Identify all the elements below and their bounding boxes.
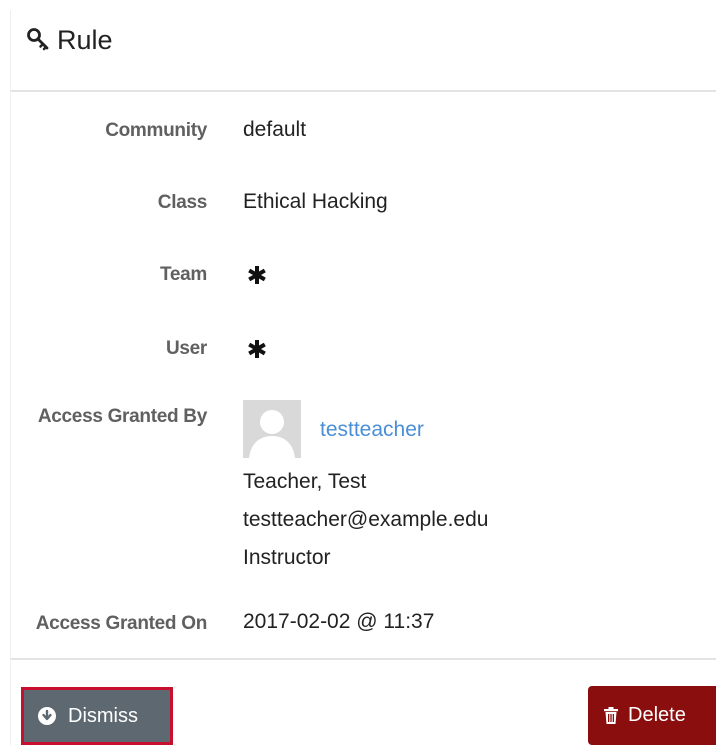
granted-by-email: testteacher@example.edu xyxy=(243,508,489,531)
community-value: default xyxy=(243,118,307,141)
team-row: Team xyxy=(11,260,716,290)
granted-by-row: Access Granted By testteacher Teacher, T… xyxy=(11,400,716,600)
key-icon xyxy=(27,28,49,51)
avatar xyxy=(243,400,301,458)
trash-icon xyxy=(604,707,618,724)
dismiss-button[interactable]: Dismiss xyxy=(21,687,173,745)
asterisk-icon xyxy=(248,266,266,284)
granted-on-label: Access Granted On xyxy=(35,613,208,634)
user-row: User xyxy=(11,334,716,364)
user-label: User xyxy=(165,338,207,359)
granted-on-value: 2017-02-02 @ 11:37 xyxy=(243,610,435,633)
community-label: Community xyxy=(105,120,207,141)
community-row: Community default xyxy=(11,116,716,146)
granted-by-username-link[interactable]: testteacher xyxy=(320,418,424,442)
dismiss-label: Dismiss xyxy=(68,704,138,727)
delete-label: Delete xyxy=(628,704,686,726)
team-label: Team xyxy=(159,264,207,285)
rule-panel: Rule Community default Class Ethical Hac… xyxy=(10,10,716,745)
class-label: Class xyxy=(157,192,208,213)
granted-by-full-name: Teacher, Test xyxy=(243,470,367,493)
page-title: Rule xyxy=(57,25,113,55)
class-row: Class Ethical Hacking xyxy=(11,188,716,218)
panel-header: Rule xyxy=(11,10,716,92)
class-value: Ethical Hacking xyxy=(243,190,388,213)
arrow-circle-down-icon xyxy=(38,707,56,725)
delete-button[interactable]: Delete xyxy=(588,686,716,745)
footer-divider xyxy=(11,658,716,660)
granted-by-label: Access Granted By xyxy=(37,406,207,427)
asterisk-icon xyxy=(248,340,266,358)
granted-on-row: Access Granted On 2017-02-02 @ 11:37 xyxy=(11,608,716,638)
granted-by-role: Instructor xyxy=(243,546,331,569)
user-silhouette-icon xyxy=(243,400,301,458)
